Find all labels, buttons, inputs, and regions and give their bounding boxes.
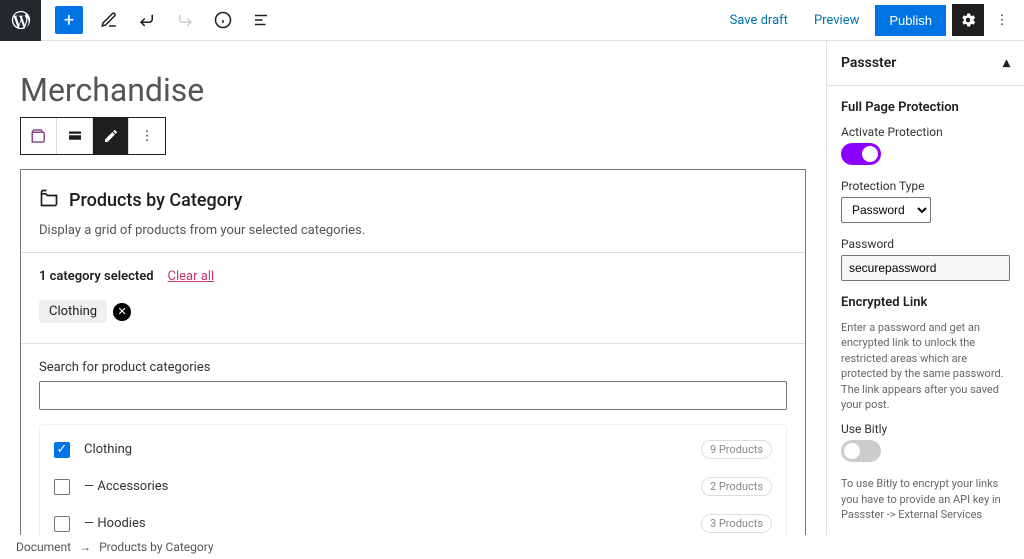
- products-by-category-block: Products by Category Display a grid of p…: [20, 169, 806, 535]
- editor-topbar: + Save draft Preview Publish ⋮: [0, 0, 1024, 41]
- block-heading-text: Products by Category: [69, 190, 242, 211]
- encrypted-link-help: Enter a password and get an encrypted li…: [841, 320, 1010, 412]
- page-title[interactable]: Merchandise: [20, 71, 806, 109]
- protection-type-label: Protection Type: [841, 179, 1010, 193]
- bitly-help: To use Bitly to encrypt your links you h…: [841, 476, 1010, 522]
- editor-canvas: Merchandise ⋮ Products by Category Displ…: [0, 41, 826, 535]
- settings-sidebar: Passster ▴ Full Page Protection Activate…: [826, 41, 1024, 535]
- link-gen-password-label: Password for link generation: [841, 533, 1010, 535]
- encrypted-link-heading: Encrypted Link: [841, 295, 1010, 310]
- selected-count: 1 category selected: [39, 269, 154, 284]
- activate-protection-label: Activate Protection: [841, 125, 1010, 139]
- full-page-protection-heading: Full Page Protection: [841, 100, 1010, 115]
- info-button[interactable]: [205, 2, 241, 38]
- category-list: ✓ Clothing 9 Products — Accessories 2 Pr…: [39, 424, 787, 535]
- block-more-icon[interactable]: ⋮: [129, 118, 165, 154]
- preview-button[interactable]: Preview: [804, 7, 869, 34]
- category-search-input[interactable]: [39, 381, 787, 410]
- category-name: — Hoodies: [84, 516, 701, 531]
- more-options-button[interactable]: ⋮: [990, 13, 1014, 28]
- category-checkbox[interactable]: [54, 479, 70, 495]
- sidebar-panel-header[interactable]: Passster ▴: [827, 41, 1024, 86]
- breadcrumb-block[interactable]: Products by Category: [99, 540, 214, 554]
- category-name: Clothing: [84, 442, 701, 457]
- use-bitly-toggle[interactable]: [841, 440, 881, 462]
- block-type-button[interactable]: [21, 118, 57, 154]
- wordpress-logo[interactable]: [0, 0, 41, 41]
- breadcrumb-separator-icon: →: [79, 540, 91, 554]
- breadcrumb: Document → Products by Category: [16, 535, 214, 559]
- add-block-button[interactable]: +: [55, 6, 83, 34]
- block-edit-button[interactable]: [93, 118, 129, 154]
- category-row[interactable]: — Hoodies 3 Products: [40, 505, 786, 535]
- breadcrumb-document[interactable]: Document: [16, 540, 71, 554]
- activate-protection-toggle[interactable]: [841, 143, 881, 165]
- password-label: Password: [841, 237, 1010, 251]
- use-bitly-label: Use Bitly: [841, 422, 1010, 436]
- redo-button[interactable]: [167, 2, 203, 38]
- save-draft-button[interactable]: Save draft: [720, 7, 798, 34]
- category-chip: Clothing ✕: [39, 300, 131, 323]
- category-checkbox[interactable]: [54, 516, 70, 532]
- password-input[interactable]: [841, 255, 1010, 281]
- chevron-up-icon: ▴: [1003, 55, 1010, 71]
- chip-label: Clothing: [39, 300, 107, 323]
- folder-icon: [39, 188, 59, 213]
- category-count: 9 Products: [701, 440, 772, 459]
- publish-button[interactable]: Publish: [875, 5, 946, 36]
- category-row[interactable]: — Accessories 2 Products: [40, 468, 786, 505]
- clear-all-link[interactable]: Clear all: [168, 269, 215, 284]
- chip-remove-icon[interactable]: ✕: [113, 303, 131, 321]
- category-checkbox[interactable]: ✓: [54, 442, 70, 458]
- category-name: — Accessories: [84, 479, 701, 494]
- undo-button[interactable]: [129, 2, 165, 38]
- category-count: 3 Products: [701, 514, 772, 533]
- block-align-button[interactable]: [57, 118, 93, 154]
- category-count: 2 Products: [701, 477, 772, 496]
- outline-button[interactable]: [243, 2, 279, 38]
- protection-type-select[interactable]: Password: [841, 197, 931, 223]
- sidebar-panel-title: Passster: [841, 55, 896, 71]
- search-label: Search for product categories: [39, 360, 787, 375]
- settings-button[interactable]: [952, 4, 984, 36]
- edit-mode-button[interactable]: [91, 2, 127, 38]
- block-description: Display a grid of products from your sel…: [39, 223, 787, 238]
- category-row[interactable]: ✓ Clothing 9 Products: [40, 431, 786, 468]
- block-toolbar: ⋮: [20, 117, 166, 155]
